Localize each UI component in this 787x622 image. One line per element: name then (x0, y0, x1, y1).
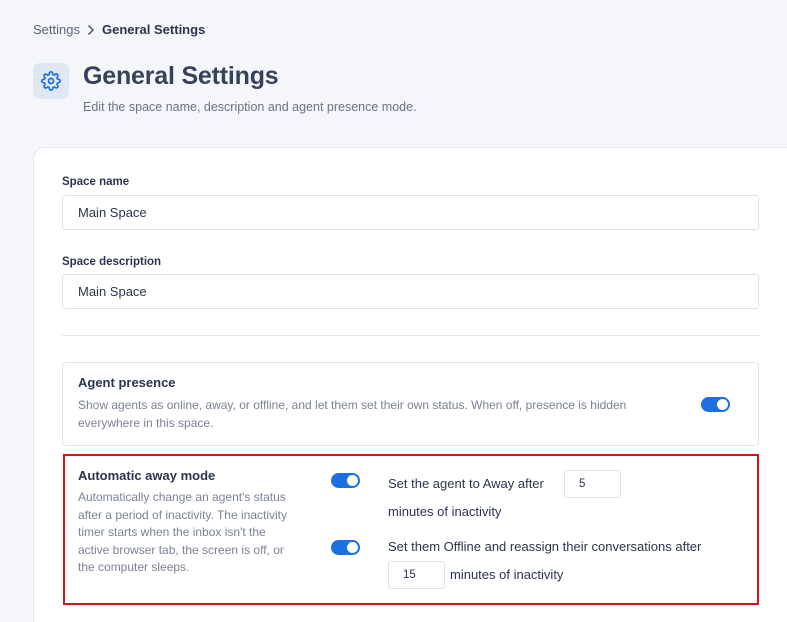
away-minutes-input[interactable] (564, 470, 621, 498)
away-mode-description-line: after a period of inactivity. The inacti… (78, 507, 287, 522)
offline-prefix-text: Set them Offline and reassign their conv… (388, 539, 702, 554)
away-prefix-text: Set the agent to Away after (388, 476, 544, 491)
agent-presence-description-line: everywhere in this space. (78, 415, 214, 430)
offline-minutes-input[interactable] (388, 561, 445, 589)
page-subtitle: Edit the space name, description and age… (83, 100, 417, 114)
space-name-input[interactable] (62, 195, 759, 230)
agent-presence-title: Agent presence (78, 375, 176, 390)
space-description-label: Space description (62, 256, 162, 268)
agent-presence-description-line: Show agents as online, away, or offline,… (78, 398, 627, 412)
space-name-label: Space name (62, 176, 130, 188)
breadcrumb-settings-link[interactable]: Settings (33, 22, 80, 37)
offline-toggle[interactable] (331, 540, 360, 555)
agent-presence-description: Show agents as online, away, or offline,… (78, 397, 698, 432)
divider (62, 335, 759, 336)
away-mode-title: Automatic away mode (78, 468, 216, 483)
away-mode-description-line: Automatically change an agent's status (78, 490, 286, 504)
away-mode-description: Automatically change an agent's status a… (78, 489, 328, 577)
breadcrumb-current: General Settings (101, 22, 206, 37)
page-title: General Settings (83, 62, 279, 90)
away-mode-description-line: timer starts when the inbox isn't the (78, 525, 266, 539)
space-description-input[interactable] (62, 274, 759, 309)
breadcrumb: Settings General Settings (33, 22, 205, 37)
away-mode-description-line: active browser tab, the screen is off, o… (78, 542, 284, 557)
chevron-right-icon (86, 23, 96, 37)
agent-presence-toggle[interactable] (701, 397, 730, 412)
gear-icon (33, 63, 69, 99)
toggle-knob (347, 475, 358, 486)
toggle-knob (717, 399, 728, 410)
away-mode-description-line: the computer sleeps. (78, 560, 190, 574)
offline-suffix-text: minutes of inactivity (450, 567, 564, 582)
toggle-knob (347, 542, 358, 553)
away-suffix-text: minutes of inactivity (388, 504, 502, 519)
away-toggle[interactable] (331, 473, 360, 488)
